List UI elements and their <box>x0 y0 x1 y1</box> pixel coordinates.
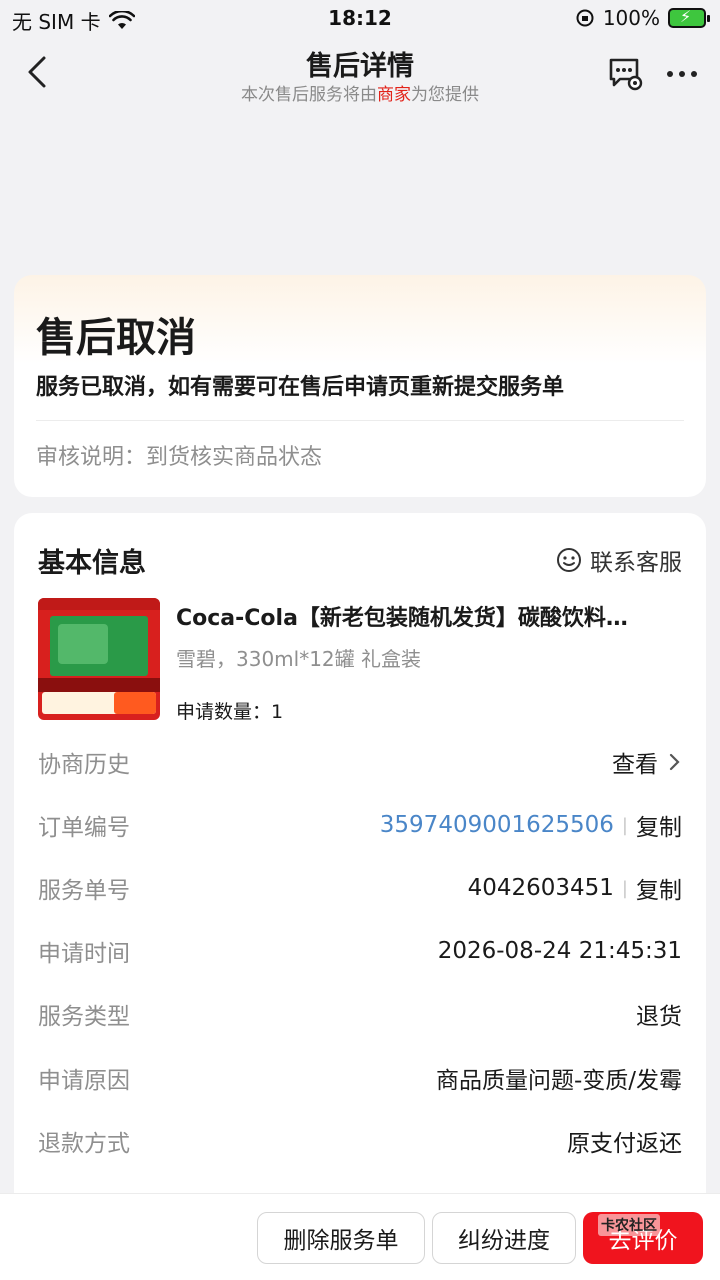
divider <box>36 420 684 421</box>
apply-quantity: 申请数量：1 <box>176 701 284 723</box>
product-image[interactable] <box>38 598 160 720</box>
delete-service-button[interactable]: 删除服务单 <box>257 1212 425 1264</box>
more-dot <box>679 71 685 77</box>
row-label: 协商历史 <box>38 752 130 778</box>
row-label: 订单编号 <box>38 815 130 841</box>
service-number: 4042603451 <box>467 875 614 901</box>
row-value: 3597409001625506 | 复制 <box>380 808 682 842</box>
customer-service-icon <box>557 548 581 572</box>
row-value: 退货 <box>636 1004 682 1030</box>
row-service-number: 服务单号 4042603451 | 复制 <box>38 868 682 908</box>
basic-info-card: 基本信息 联系客服 Coca-Cola【新老包装随机发货】碳酸饮料… 雪碧，33… <box>14 513 706 1233</box>
product-name[interactable]: Coca-Cola【新老包装随机发货】碳酸饮料… <box>176 600 686 632</box>
separator: | <box>621 877 628 899</box>
more-dot <box>691 71 697 77</box>
row-apply-time: 申请时间 2026-08-24 21:45:31 <box>38 931 682 971</box>
battery-percent: 100% <box>602 6 660 30</box>
row-value: 4042603451 | 复制 <box>468 871 682 905</box>
contact-service-button[interactable]: 联系客服 <box>556 543 682 577</box>
more-button[interactable] <box>660 54 704 94</box>
message-settings-icon <box>609 58 643 91</box>
row-label: 服务单号 <box>38 878 130 904</box>
separator: | <box>621 814 628 836</box>
status-bar: 无 SIM 卡 18:12 100% ⚡ <box>0 0 720 40</box>
row-service-type: 服务类型 退货 <box>38 994 682 1034</box>
bottom-action-bar: 删除服务单 纠纷进度 去评价 卡农社区 <box>0 1193 720 1280</box>
section-title: 基本信息 <box>38 548 146 579</box>
row-negotiation-history[interactable]: 协商历史 查看 <box>38 742 682 782</box>
status-card: 售后取消 服务已取消，如有需要可在售后申请页重新提交服务单 审核说明：到货核实商… <box>14 275 706 497</box>
order-number-link[interactable]: 3597409001625506 <box>380 812 614 838</box>
row-apply-reason: 申请原因 商品质量问题-变质/发霉 <box>38 1058 682 1098</box>
chevron-right-icon <box>669 753 680 771</box>
subtitle-merchant: 商家 <box>377 85 411 105</box>
status-title: 售后取消 <box>36 315 196 361</box>
row-label: 服务类型 <box>38 1004 130 1030</box>
more-dot <box>667 71 673 77</box>
product-image-box <box>50 616 148 676</box>
rotation-lock-icon <box>576 9 594 27</box>
review-note: 审核说明：到货核实商品状态 <box>36 445 323 470</box>
product-image-header <box>38 598 160 610</box>
contact-service-label: 联系客服 <box>590 550 682 576</box>
row-value: 查看 <box>612 745 682 779</box>
status-right: 100% ⚡ <box>575 6 710 30</box>
row-value: 商品质量问题-变质/发霉 <box>435 1068 682 1094</box>
nav-header: 售后详情 本次售后服务将由商家为您提供 <box>0 40 720 110</box>
watermark: 卡农社区 <box>598 1214 660 1236</box>
copy-service-button[interactable]: 复制 <box>636 871 682 905</box>
row-label: 申请原因 <box>38 1068 130 1094</box>
row-label: 申请时间 <box>38 941 130 967</box>
row-refund-method: 退款方式 原支付返还 <box>38 1121 682 1161</box>
product-image-band <box>38 678 160 692</box>
row-value: 2026-08-24 21:45:31 <box>437 938 682 964</box>
view-link[interactable]: 查看 <box>612 745 658 779</box>
subtitle-before: 本次售后服务将由 <box>241 85 377 105</box>
row-value: 原支付返还 <box>567 1131 682 1157</box>
battery-icon: ⚡ <box>668 7 710 28</box>
dispute-progress-button[interactable]: 纠纷进度 <box>432 1212 576 1264</box>
product-spec: 雪碧，330ml*12罐 礼盒装 <box>176 647 422 671</box>
subtitle-after: 为您提供 <box>411 85 479 105</box>
product-image-discount <box>114 692 156 714</box>
row-order-number: 订单编号 3597409001625506 | 复制 <box>38 805 682 845</box>
copy-order-button[interactable]: 复制 <box>636 808 682 842</box>
row-label: 退款方式 <box>38 1131 130 1157</box>
status-description: 服务已取消，如有需要可在售后申请页重新提交服务单 <box>36 375 565 400</box>
message-settings-button[interactable] <box>606 54 646 94</box>
